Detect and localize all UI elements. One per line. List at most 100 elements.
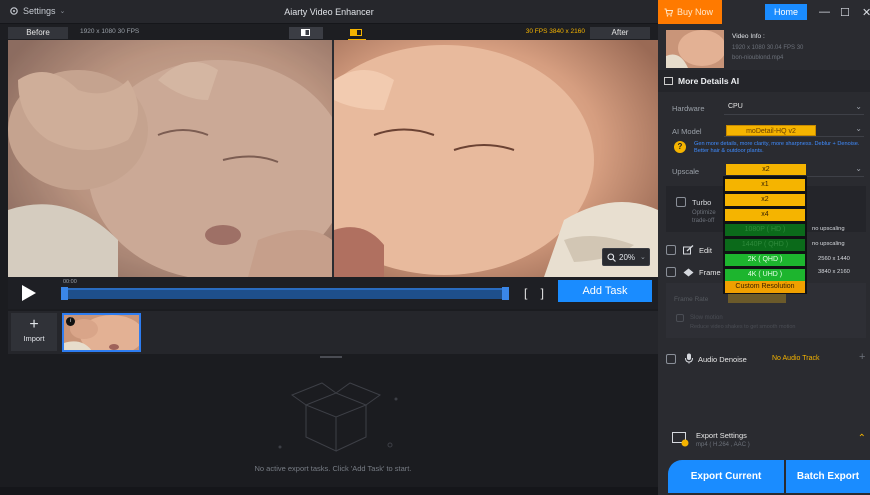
- split-half-icon: [350, 29, 362, 36]
- upscale-option-2k[interactable]: 2K ( QHD ): [725, 254, 805, 266]
- ai-model-value[interactable]: moDetail-HQ v2: [726, 125, 816, 136]
- home-button[interactable]: Home: [765, 4, 807, 20]
- video-info-specs: 1920 x 1080 30.04 FPS 30: [732, 45, 804, 51]
- upscale-note-4k: 3840 x 2160: [818, 269, 850, 275]
- upscale-value[interactable]: x2: [726, 164, 806, 175]
- video-preview[interactable]: 20% ⌄: [8, 40, 658, 277]
- double-chevron-up-icon[interactable]: ⌃: [858, 433, 866, 444]
- audio-denoise-checkbox[interactable]: [666, 354, 676, 364]
- export-task-area: No active export tasks. Click 'Add Task'…: [8, 359, 658, 485]
- buy-now-button[interactable]: Buy Now: [658, 0, 722, 24]
- audio-denoise-label: Audio Denoise: [698, 355, 747, 364]
- upscale-note-1440: no upscaling: [812, 241, 845, 247]
- magnifier-icon: [607, 252, 616, 262]
- audio-track-status: No Audio Track: [772, 355, 820, 362]
- after-tab[interactable]: After: [590, 27, 650, 39]
- hardware-select[interactable]: CPU ⌄: [724, 101, 864, 115]
- frame-rate-label: Frame Rate: [674, 296, 709, 303]
- baby-photo-before: [8, 40, 332, 277]
- play-icon[interactable]: [22, 285, 36, 301]
- upscale-option-x4[interactable]: x4: [725, 209, 805, 221]
- chevron-down-icon: ⌄: [855, 164, 862, 173]
- after-info: 30 FPS 3840 x 2160: [525, 28, 585, 35]
- microphone-icon: [685, 353, 693, 364]
- app-title: Aiarty Video Enhancer: [284, 7, 374, 17]
- export-settings-label: Export Settings: [696, 431, 747, 440]
- upscale-option-1440p[interactable]: 1440P ( QHD ): [725, 239, 805, 251]
- slow-motion-desc: Reduce video shakes to get smooth motion: [690, 324, 796, 330]
- turbo-checkbox[interactable]: [676, 197, 686, 207]
- hardware-value: CPU: [728, 103, 743, 110]
- baby-photo-after: [334, 40, 658, 277]
- edit-checkbox[interactable]: [666, 245, 676, 255]
- upscale-option-x2[interactable]: x2: [725, 194, 805, 206]
- export-current-button[interactable]: Export Current: [668, 460, 784, 493]
- more-details-section-header[interactable]: More Details AI: [658, 70, 870, 92]
- clip-strip: + Import i: [8, 311, 658, 354]
- upscale-note-1080: no upscaling: [812, 226, 845, 232]
- empty-box-icon: [278, 382, 398, 452]
- import-label: Import: [23, 334, 45, 343]
- frame-icon: [683, 268, 694, 277]
- set-in-out-points-button[interactable]: [ ]: [524, 286, 549, 300]
- plus-icon: +: [29, 316, 39, 333]
- trim-end-handle[interactable]: [502, 287, 509, 300]
- timeline-bar: 00:00 [ ] Add Task: [8, 277, 658, 309]
- frame-rate-select: [728, 294, 786, 303]
- zoom-value: 20%: [619, 252, 636, 262]
- before-preview: [8, 40, 332, 277]
- batch-export-button[interactable]: Batch Export: [786, 460, 870, 493]
- upscale-option-1080p[interactable]: 1080P ( HD ): [725, 224, 805, 236]
- buy-now-label: Buy Now: [677, 7, 714, 17]
- video-info: Video Info : 1920 x 1080 30.04 FPS 30 bo…: [666, 30, 866, 70]
- cart-icon: [664, 8, 673, 17]
- compare-bar: Before 1920 x 1080 30 FPS 30 FPS 3840 x …: [0, 24, 658, 41]
- chevron-down-icon: ⌄: [640, 254, 646, 261]
- edit-label: Edit: [699, 246, 712, 255]
- turbo-desc-2: trade-off: [692, 218, 715, 224]
- trim-start-handle[interactable]: [61, 287, 68, 300]
- ai-model-label: AI Model: [672, 127, 702, 136]
- export-settings[interactable]: Export Settings mp4 ( H.264 , AAC ) ⌃: [666, 424, 870, 454]
- current-time: 00:00: [63, 279, 77, 285]
- add-icon[interactable]: +: [859, 351, 865, 363]
- close-icon[interactable]: ✕: [862, 6, 870, 19]
- upscale-option-custom[interactable]: Custom Resolution: [725, 281, 805, 293]
- before-tab[interactable]: Before: [8, 27, 68, 39]
- upscale-label: Upscale: [672, 167, 700, 176]
- frame-interpolation-checkbox[interactable]: [666, 267, 676, 277]
- clip-info-icon[interactable]: i: [66, 317, 75, 326]
- clip-image: [64, 315, 139, 350]
- turbo-desc-1: Optimize: [692, 210, 716, 216]
- video-info-thumbnail: [666, 30, 724, 68]
- clip-thumbnail[interactable]: i: [62, 313, 141, 352]
- before-info: 1920 x 1080 30 FPS: [80, 28, 140, 35]
- minimize-icon[interactable]: —: [819, 6, 830, 18]
- slow-motion-label: Slow motion: [690, 315, 723, 321]
- chevron-down-icon: ⌄: [855, 102, 862, 111]
- timeline-track[interactable]: [61, 288, 509, 299]
- ai-section-icon: [664, 77, 673, 85]
- help-icon[interactable]: ?: [674, 141, 686, 153]
- import-button[interactable]: + Import: [11, 313, 57, 351]
- resize-handle[interactable]: [320, 356, 342, 358]
- export-settings-icon: [672, 432, 689, 447]
- split-view-icon: [301, 29, 310, 36]
- title-bar: Settings ⌄ Aiarty Video Enhancer: [0, 0, 658, 24]
- after-preview: 20% ⌄: [334, 40, 658, 277]
- split-screen-view-button[interactable]: [340, 27, 374, 41]
- maximize-icon[interactable]: ☐: [840, 6, 850, 19]
- hardware-label: Hardware: [672, 104, 705, 113]
- ai-model-description: Gen more details, more clarity, more sha…: [694, 141, 860, 154]
- export-settings-format: mp4 ( H.264 , AAC ): [696, 442, 750, 448]
- frame-interpolation-label: Frame I: [699, 268, 725, 277]
- top-right-bar: Buy Now Home — ☐ ✕: [658, 0, 870, 24]
- upscale-option-x1[interactable]: x1: [725, 179, 805, 191]
- section-title: More Details AI: [678, 76, 740, 86]
- add-task-button[interactable]: Add Task: [558, 280, 652, 302]
- upscale-dropdown: x1 x2 x4 1080P ( HD ) 1440P ( QHD ) 2K (…: [723, 176, 807, 294]
- upscale-note-2k: 2560 x 1440: [818, 256, 850, 262]
- side-by-side-view-button[interactable]: [289, 27, 323, 39]
- zoom-control[interactable]: 20% ⌄: [602, 248, 650, 266]
- upscale-option-4k[interactable]: 4K ( UHD ): [725, 269, 805, 281]
